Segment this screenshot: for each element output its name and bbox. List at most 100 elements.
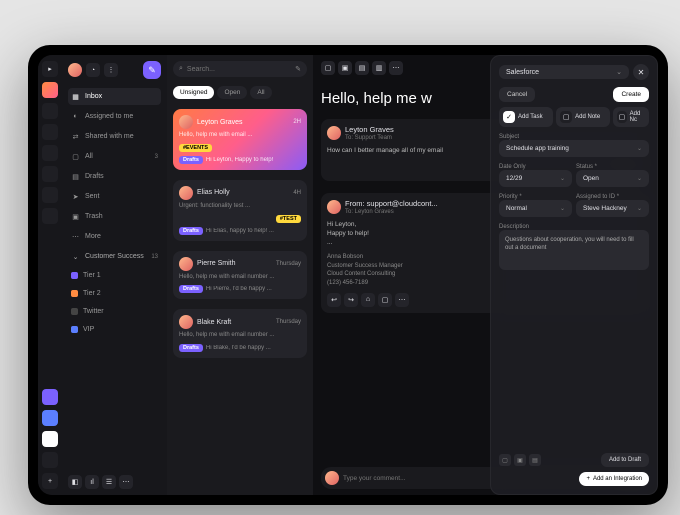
nav-vip[interactable]: VIP	[68, 322, 161, 337]
nav-assigned[interactable]: ◐Assigned to me	[68, 108, 161, 125]
more-icon[interactable]: ⋯	[389, 61, 403, 75]
nav-drafts[interactable]: ▤Drafts	[68, 168, 161, 185]
plus-icon: +	[586, 476, 590, 482]
trash-icon: ▣	[71, 212, 80, 221]
action-icon[interactable]: ▣	[338, 61, 352, 75]
tag-events: #EVENTS	[179, 144, 212, 152]
tag-drafts: Drafts	[179, 285, 203, 293]
reply-action-icon[interactable]: ↪	[344, 293, 358, 307]
subject-field[interactable]: Schedule app training⌄	[499, 140, 649, 157]
bell-icon[interactable]: ◔	[86, 63, 100, 77]
reply-more-icon[interactable]: ⋯	[395, 293, 409, 307]
nav-twitter[interactable]: Twitter	[68, 304, 161, 319]
tag-test: #TEST	[276, 215, 301, 223]
search-input[interactable]: ⌕ ✎	[173, 61, 307, 77]
footer-icon[interactable]: ◧	[68, 475, 82, 489]
composer-avatar	[325, 471, 339, 485]
message-card[interactable]: Blake KraftThursday Hello, help me with …	[173, 309, 307, 358]
avatar	[179, 115, 193, 129]
rail-item[interactable]	[42, 124, 58, 140]
all-icon: ▢	[71, 152, 80, 161]
more-icon: ⋯	[71, 232, 80, 241]
footer-icon[interactable]: ıl	[85, 475, 99, 489]
foot-icon[interactable]: ▤	[529, 454, 541, 466]
add-to-draft-button[interactable]: Add to Draft	[601, 453, 649, 467]
sidebar: ◔ ⋮ ✎ ▦Inbox ◐Assigned to me ⇄Shared wit…	[62, 55, 167, 495]
edit-icon[interactable]: ✎	[295, 65, 301, 73]
message-card[interactable]: Pierre SmithThursday Hello, help me with…	[173, 251, 307, 300]
inbox-icon: ▦	[71, 92, 80, 101]
add-task-button[interactable]: ✓Add Task	[499, 107, 553, 127]
rail-item[interactable]	[42, 410, 58, 426]
nc-icon: ▢	[617, 111, 626, 123]
nav-more[interactable]: ⋯More	[68, 228, 161, 245]
reply-action-icon[interactable]: ⌂	[361, 293, 375, 307]
rail-item[interactable]	[42, 187, 58, 203]
footer-icon[interactable]: ⋯	[119, 475, 133, 489]
rail-add[interactable]: +	[42, 473, 58, 489]
foot-icon[interactable]: ▣	[514, 454, 526, 466]
create-button[interactable]: Create	[613, 87, 649, 102]
nav-sent[interactable]: ➤Sent	[68, 188, 161, 205]
foot-icon[interactable]: ▢	[499, 454, 511, 466]
cancel-button[interactable]: Cancel	[499, 87, 535, 102]
settings-icon[interactable]: ⋮	[104, 63, 118, 77]
nav-trash[interactable]: ▣Trash	[68, 208, 161, 225]
task-icon: ✓	[503, 111, 515, 123]
rail-item[interactable]: ▸	[42, 61, 58, 77]
assigned-field[interactable]: Steve Hackney⌄	[576, 200, 649, 217]
integration-select[interactable]: Salesforce⌄	[499, 65, 629, 79]
message-card[interactable]: Elias Holly4H Urgent: functionality test…	[173, 180, 307, 241]
user-avatar[interactable]	[68, 63, 82, 77]
filter-unsigned[interactable]: Unsigned	[173, 86, 214, 99]
nav-tier2[interactable]: Tier 2	[68, 286, 161, 301]
rail-item[interactable]	[42, 145, 58, 161]
color-dot-icon	[71, 326, 78, 333]
rail-item[interactable]	[42, 431, 58, 447]
avatar	[327, 200, 341, 214]
message-card[interactable]: Leyton Graves2H Hello, help me with emai…	[173, 109, 307, 170]
action-icon[interactable]: ▢	[321, 61, 335, 75]
nav-shared[interactable]: ⇄Shared with me	[68, 128, 161, 145]
reply-action-icon[interactable]: ↩	[327, 293, 341, 307]
tag-drafts: Drafts	[179, 344, 203, 352]
reply-action-icon[interactable]: ▢	[378, 293, 392, 307]
nav-tier1[interactable]: Tier 1	[68, 268, 161, 283]
chevron-down-icon: ⌄	[71, 252, 80, 261]
compose-button[interactable]: ✎	[143, 61, 161, 79]
sent-icon: ➤	[71, 192, 80, 201]
status-field[interactable]: Open⌄	[576, 170, 649, 187]
filter-all[interactable]: All	[250, 86, 271, 99]
rail-item-active[interactable]	[42, 82, 58, 98]
date-field[interactable]: 12/29⌄	[499, 170, 572, 187]
action-icon[interactable]: ▥	[372, 61, 386, 75]
add-note-button[interactable]: ▢Add Note	[556, 107, 610, 127]
rail-item[interactable]	[42, 452, 58, 468]
avatar	[179, 186, 193, 200]
avatar	[179, 315, 193, 329]
shared-icon: ⇄	[71, 132, 80, 141]
nav-inbox[interactable]: ▦Inbox	[68, 88, 161, 105]
priority-field[interactable]: Normal⌄	[499, 200, 572, 217]
assigned-icon: ◐	[71, 112, 80, 121]
note-icon: ▢	[560, 111, 572, 123]
nav-section-cs[interactable]: ⌄Customer Success13	[68, 248, 161, 265]
action-icon[interactable]: ▤	[355, 61, 369, 75]
nav-all[interactable]: ▢All3	[68, 148, 161, 165]
add-nc-button[interactable]: ▢Add Nc	[613, 107, 649, 127]
rail-item[interactable]	[42, 389, 58, 405]
color-dot-icon	[71, 290, 78, 297]
drafts-icon: ▤	[71, 172, 80, 181]
footer-icon[interactable]: ☰	[102, 475, 116, 489]
add-integration-button[interactable]: +Add an Integration	[579, 472, 649, 486]
icon-rail: ▸ +	[38, 55, 62, 495]
rail-item[interactable]	[42, 208, 58, 224]
filter-open[interactable]: Open	[217, 86, 247, 99]
rail-item[interactable]	[42, 103, 58, 119]
description-field[interactable]: Questions about cooperation, you will ne…	[499, 230, 649, 270]
close-icon[interactable]: ✕	[633, 64, 649, 80]
filter-row: Unsigned Open All	[173, 86, 307, 99]
rail-item[interactable]	[42, 166, 58, 182]
chevron-down-icon: ⌄	[637, 145, 642, 152]
tag-drafts: Drafts	[179, 156, 203, 164]
